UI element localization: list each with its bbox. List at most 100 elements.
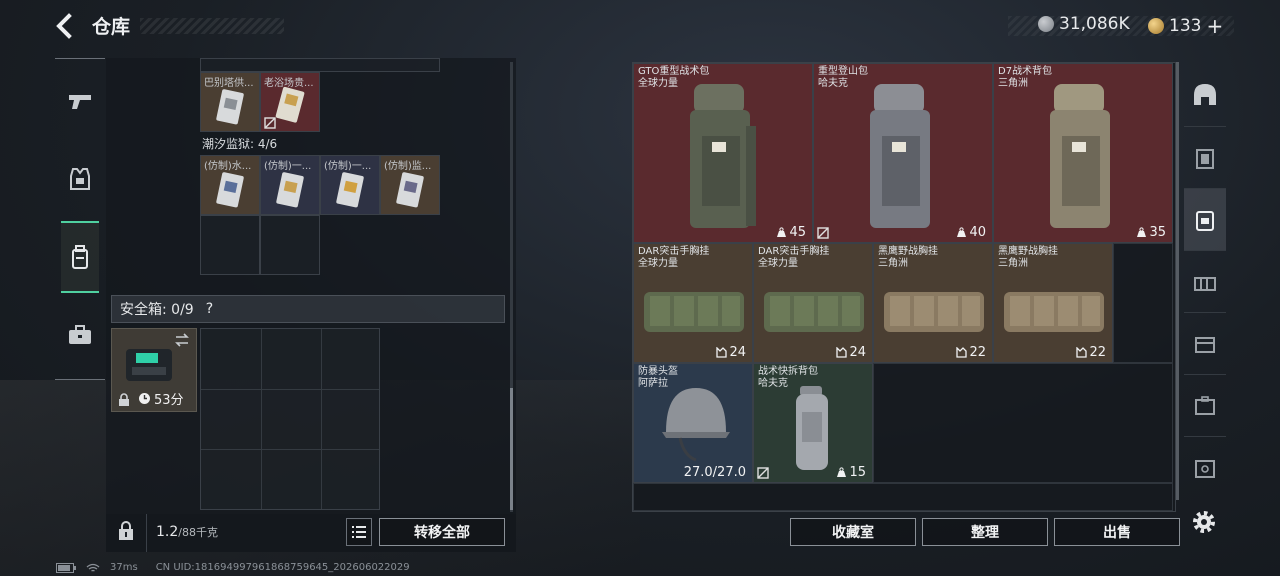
empty-slot[interactable]	[200, 215, 260, 275]
gold-currency[interactable]: 133 +	[1148, 14, 1223, 38]
keycard-icon	[216, 172, 244, 208]
no-cut-icon	[264, 117, 276, 129]
item-card[interactable]: DAR突击手胸挂 全球力量 24	[753, 243, 873, 363]
transfer-all-button[interactable]: 转移全部	[379, 518, 505, 546]
item-label: 黑鹰野战胸挂 三角洲	[998, 246, 1058, 269]
item-label: 黑鹰野战胸挂 三角洲	[878, 246, 938, 269]
item-card[interactable]: 战术快拆背包 哈夫克 15	[753, 363, 873, 483]
backpack-tier-icon	[1196, 210, 1214, 231]
wifi-icon	[86, 563, 100, 572]
list-icon	[352, 526, 366, 538]
item-card[interactable]: 防暴头盔 阿萨拉 27.0/27.0	[633, 363, 753, 483]
equipment-storage-panel: GTO重型战术包 全球力量 45 重型登山包 哈夫克 40 D7战术背包 三角洲…	[632, 62, 1176, 512]
item-card[interactable]: 巴别塔供...	[200, 72, 260, 132]
left-category-nav	[55, 58, 105, 380]
storage-category-nav	[1184, 62, 1226, 500]
safe-box-timer: 53分	[138, 389, 184, 408]
empty-slot[interactable]	[633, 483, 1173, 511]
nav-case[interactable]	[1184, 374, 1226, 436]
helmet-icon	[662, 388, 730, 462]
item-card[interactable]: 重型登山包 哈夫克 40	[813, 63, 993, 243]
divider	[146, 514, 147, 552]
gold-coin-icon	[1148, 18, 1164, 34]
chest-rig-icon	[884, 292, 984, 332]
backpack-icon	[870, 84, 930, 228]
container-icon	[1195, 336, 1215, 353]
weight-icon	[1137, 227, 1147, 237]
safe-box-header: 安全箱: 0/9 ?	[111, 295, 505, 323]
chest-rig-icon	[1194, 276, 1216, 291]
capacity-stat: 45	[776, 225, 806, 240]
chest-rig-icon	[644, 292, 744, 332]
gold-amount: 133	[1169, 16, 1202, 36]
case-icon	[1195, 395, 1215, 415]
capacity-stat: 40	[956, 225, 986, 240]
gear-icon[interactable]	[1190, 508, 1218, 536]
empty-slot[interactable]	[873, 363, 1173, 483]
safe-box-grid[interactable]	[200, 328, 380, 510]
nav-armor[interactable]	[55, 143, 105, 215]
nav-safe-box[interactable]	[1184, 436, 1226, 498]
nav-helmets[interactable]	[1184, 64, 1226, 126]
nav-weapons[interactable]	[55, 65, 105, 137]
backpack-icon	[72, 245, 88, 269]
safe-box-label: 安全箱: 0/9	[120, 302, 194, 318]
item-label: DAR突击手胸挂 全球力量	[758, 246, 830, 269]
cropped-row	[200, 58, 440, 72]
weight-current: 1.2	[156, 524, 179, 540]
silver-currency: 31,086K	[1038, 14, 1130, 34]
empty-slot[interactable]	[1113, 243, 1173, 363]
nav-backpack-tier[interactable]	[1184, 188, 1226, 250]
weight-lock-icon[interactable]	[116, 520, 136, 542]
capacity-stat: 35	[1136, 225, 1166, 240]
gold-add-button[interactable]: +	[1206, 14, 1223, 38]
clock-icon	[139, 393, 150, 404]
safe-box-icon	[1195, 459, 1215, 478]
item-card[interactable]: (仿制)一...	[260, 155, 320, 215]
item-label: DAR突击手胸挂 全球力量	[638, 246, 710, 269]
item-card[interactable]: D7战术背包 三角洲 35	[993, 63, 1173, 243]
rig-slot-icon	[716, 347, 728, 358]
back-arrow-icon[interactable]	[52, 12, 78, 40]
rig-slot-icon	[836, 347, 848, 358]
safe-box-item[interactable]: 53分	[111, 328, 197, 412]
slots-stat: 24	[716, 345, 746, 360]
safe-box-help-icon[interactable]: ?	[206, 301, 213, 317]
nav-armor-tier[interactable]	[1184, 126, 1226, 188]
list-view-button[interactable]	[346, 518, 372, 546]
item-card[interactable]: 老浴场贵...	[260, 72, 320, 132]
item-card[interactable]: GTO重型战术包 全球力量 45	[633, 63, 813, 243]
sell-button[interactable]: 出售	[1054, 518, 1180, 546]
chest-rig-icon	[1004, 292, 1104, 332]
item-card[interactable]: DAR突击手胸挂 全球力量 24	[633, 243, 753, 363]
helmet-icon	[1194, 84, 1216, 105]
inventory-scroll-thumb[interactable]	[510, 388, 513, 510]
storage-scrollbar[interactable]	[1176, 62, 1179, 500]
rig-slot-icon	[956, 347, 968, 358]
keycard-icon	[216, 89, 244, 125]
nav-chest-rig[interactable]	[1184, 250, 1226, 312]
nav-cases[interactable]	[55, 299, 105, 371]
nav-backpacks[interactable]	[61, 221, 99, 293]
vest-icon	[70, 168, 90, 190]
weight-icon	[957, 227, 967, 237]
item-card[interactable]: (仿制)一...	[320, 155, 380, 215]
item-card[interactable]: 黑鹰野战胸挂 三角洲 22	[993, 243, 1113, 363]
armor-tier-icon	[1196, 148, 1214, 169]
backpack-icon	[796, 386, 828, 470]
slots-stat: 24	[836, 345, 866, 360]
item-card[interactable]: (仿制)监...	[380, 155, 440, 215]
collection-room-button[interactable]: 收藏室	[790, 518, 916, 546]
silver-amount: 31,086K	[1059, 14, 1130, 34]
keycard-icon	[276, 172, 304, 208]
title-decoration	[140, 18, 284, 34]
nav-container[interactable]	[1184, 312, 1226, 374]
item-card[interactable]: 黑鹰野战胸挂 三角洲 22	[873, 243, 993, 363]
swap-icon[interactable]	[174, 333, 190, 347]
organize-button[interactable]: 整理	[922, 518, 1048, 546]
empty-slot[interactable]	[260, 215, 320, 275]
weight-max: /88千克	[178, 526, 218, 539]
safe-box-time: 53分	[154, 393, 184, 408]
safe-box-icon	[126, 349, 172, 381]
item-card[interactable]: (仿制)水...	[200, 155, 260, 215]
